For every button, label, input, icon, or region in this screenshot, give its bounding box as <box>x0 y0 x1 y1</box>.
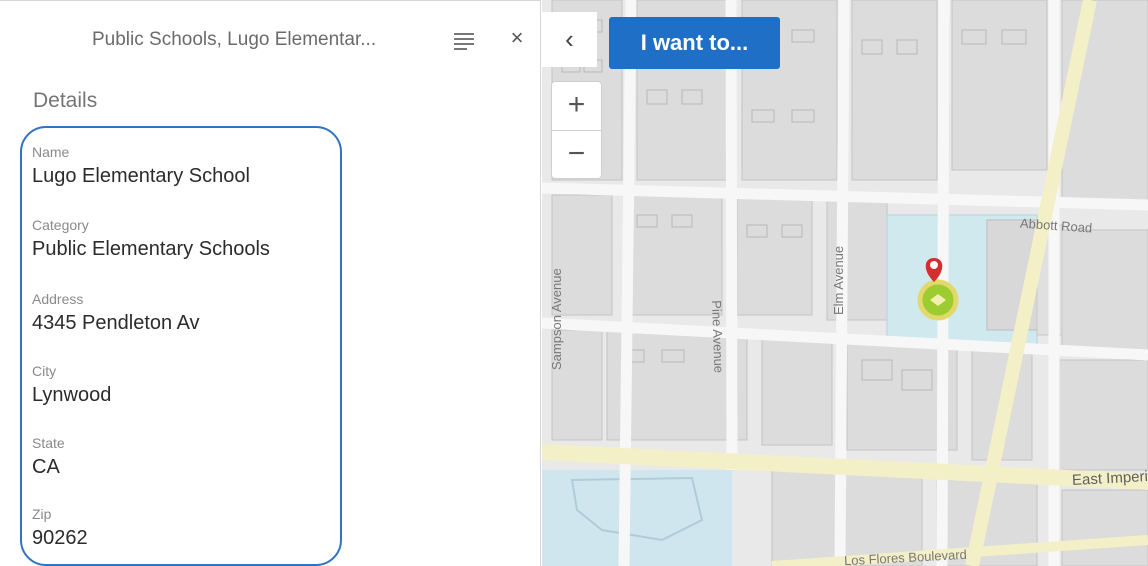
field-label: Name <box>32 144 70 160</box>
field-zip: Zip 90262 <box>32 506 88 550</box>
street-label-pine: Pine Avenue <box>709 300 727 374</box>
field-label: Category <box>32 217 89 233</box>
field-address: Address 4345 Pendleton Av <box>32 291 200 335</box>
street-label-sampson: Sampson Avenue <box>549 268 564 370</box>
field-value: Lugo Elementary School <box>32 165 250 187</box>
field-value: CA <box>32 456 60 478</box>
field-label: Zip <box>32 506 52 522</box>
street-label-elm: Elm Avenue <box>831 245 846 315</box>
details-panel: Public Schools, Lugo Elementar... × Deta… <box>0 0 541 566</box>
collapse-panel-button[interactable]: ‹ <box>542 12 597 67</box>
panel-header: Public Schools, Lugo Elementar... × <box>0 1 541 79</box>
zoom-in-button[interactable]: + <box>552 82 601 130</box>
map-view[interactable]: Abbott Road Pine Avenue Elm Avenue Samps… <box>542 0 1148 566</box>
field-label: Address <box>32 291 84 307</box>
zoom-out-button[interactable]: − <box>552 131 601 179</box>
details-highlight <box>20 126 342 566</box>
zoom-control: + − <box>551 81 602 179</box>
field-value: 90262 <box>32 527 88 549</box>
panel-title: Public Schools, Lugo Elementar... <box>92 29 377 50</box>
field-state: State CA <box>32 435 65 479</box>
field-category: Category Public Elementary Schools <box>32 217 270 261</box>
field-name: Name Lugo Elementary School <box>32 144 250 188</box>
field-label: State <box>32 435 65 451</box>
i-want-to-button[interactable]: I want to... <box>609 17 780 69</box>
close-icon[interactable]: × <box>506 27 528 49</box>
field-value: 4345 Pendleton Av <box>32 312 200 334</box>
field-value: Public Elementary Schools <box>32 238 270 260</box>
list-icon[interactable] <box>454 32 474 50</box>
field-value: Lynwood <box>32 384 112 406</box>
section-title: Details <box>33 89 98 112</box>
field-label: City <box>32 363 57 379</box>
field-city: City Lynwood <box>32 363 111 407</box>
